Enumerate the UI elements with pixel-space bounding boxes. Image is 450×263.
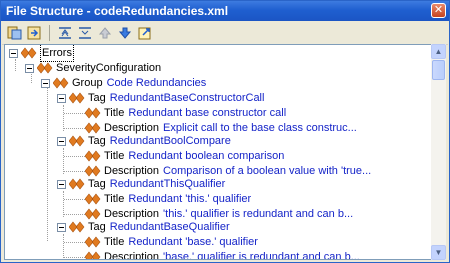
node-keyword: Title [104, 150, 125, 162]
node-keyword: Tag [88, 221, 106, 233]
move-up-icon[interactable] [96, 25, 113, 42]
node-value: Code Redundancies [106, 77, 207, 89]
xml-element-icon [69, 135, 85, 147]
node-keyword: Title [104, 107, 125, 119]
toolbar [2, 22, 448, 45]
xml-element-icon [85, 236, 101, 248]
collapse-all-icon[interactable] [76, 25, 93, 42]
collapse-toggle[interactable] [57, 136, 66, 146]
node-label: SeverityConfiguration [56, 62, 162, 74]
xml-element-icon [53, 77, 69, 89]
node-value: RedundantBoolCompare [109, 135, 231, 147]
title-bar[interactable]: File Structure - codeRedundancies.xml ✕ [1, 1, 449, 21]
collapse-toggle[interactable] [57, 222, 66, 232]
node-value: RedundantThisQualifier [109, 178, 226, 190]
tree-connector [64, 257, 85, 258]
tree-node-title[interactable]: Title Redundant 'this.' qualifier [85, 191, 251, 207]
file-structure-window: File Structure - codeRedundancies.xml ✕ [0, 0, 450, 263]
xml-element-icon [85, 150, 101, 162]
xml-element-icon [21, 47, 37, 59]
xml-element-icon [69, 178, 85, 190]
tree-node-errors[interactable]: Errors [9, 45, 78, 62]
tree-connector [64, 242, 85, 243]
tree-node-tag[interactable]: Tag RedundantThisQualifier [57, 176, 225, 192]
node-keyword: Title [104, 236, 125, 248]
tree-node-description[interactable]: Description 'base.' qualifier is redunda… [85, 249, 360, 260]
node-value: RedundantBaseConstructorCall [109, 92, 265, 104]
tree-node-severity[interactable]: SeverityConfiguration [25, 60, 165, 76]
xml-element-icon [85, 107, 101, 119]
node-keyword: Tag [88, 135, 106, 147]
node-value: Redundant boolean comparison [128, 150, 285, 162]
vertical-scrollbar[interactable]: ▲ ▼ [431, 44, 446, 260]
export-icon[interactable] [136, 25, 153, 42]
node-keyword: Tag [88, 178, 106, 190]
scroll-down-button[interactable]: ▼ [431, 245, 446, 260]
collapse-toggle[interactable] [41, 78, 50, 88]
tree-connector [64, 113, 85, 114]
tree-connector [64, 128, 85, 129]
tree-node-title[interactable]: Title Redundant 'base.' qualifier [85, 234, 258, 250]
window-title: File Structure - codeRedundancies.xml [6, 4, 229, 18]
xml-element-icon [37, 62, 53, 74]
structure-tree[interactable]: Errors SeverityConfiguration Group Code … [4, 44, 432, 260]
tree-node-title[interactable]: Title Redundant base constructor call [85, 105, 286, 121]
tree-connector [64, 214, 85, 215]
navigate-icon[interactable] [26, 25, 43, 42]
xml-element-icon [69, 221, 85, 233]
toolbar-separator [49, 25, 50, 41]
node-value: Redundant 'this.' qualifier [128, 193, 252, 205]
node-value: Redundant base constructor call [128, 107, 287, 119]
expand-all-icon[interactable] [56, 25, 73, 42]
xml-element-icon [85, 251, 101, 259]
tree-connector [64, 171, 85, 172]
xml-element-icon [85, 193, 101, 205]
close-button[interactable]: ✕ [431, 3, 446, 18]
collapse-toggle[interactable] [9, 48, 18, 58]
tree-connector [64, 156, 85, 157]
move-down-icon[interactable] [116, 25, 133, 42]
structure-view-icon[interactable] [6, 25, 23, 42]
collapse-toggle[interactable] [57, 179, 66, 189]
tree-connector [47, 87, 48, 241]
node-keyword: Tag [88, 92, 106, 104]
node-value: Redundant 'base.' qualifier [128, 236, 258, 248]
tree-node-tag[interactable]: Tag RedundantBaseQualifier [57, 219, 230, 235]
node-keyword: Description [104, 251, 160, 260]
node-value: 'base.' qualifier is redundant and can b… [163, 251, 360, 260]
collapse-toggle[interactable] [57, 93, 66, 103]
scroll-thumb[interactable] [432, 60, 445, 80]
node-keyword: Title [104, 193, 125, 205]
tree-node-tag[interactable]: Tag RedundantBaseConstructorCall [57, 90, 264, 106]
node-keyword: Group [72, 77, 103, 89]
scroll-up-button[interactable]: ▲ [431, 44, 446, 59]
node-value: RedundantBaseQualifier [109, 221, 230, 233]
collapse-toggle[interactable] [25, 63, 34, 73]
xml-element-icon [69, 92, 85, 104]
tree-connector [64, 199, 85, 200]
tree-node-tag[interactable]: Tag RedundantBoolCompare [57, 133, 231, 149]
tree-node-title[interactable]: Title Redundant boolean comparison [85, 148, 284, 164]
tree-node-group[interactable]: Group Code Redundancies [41, 75, 206, 91]
